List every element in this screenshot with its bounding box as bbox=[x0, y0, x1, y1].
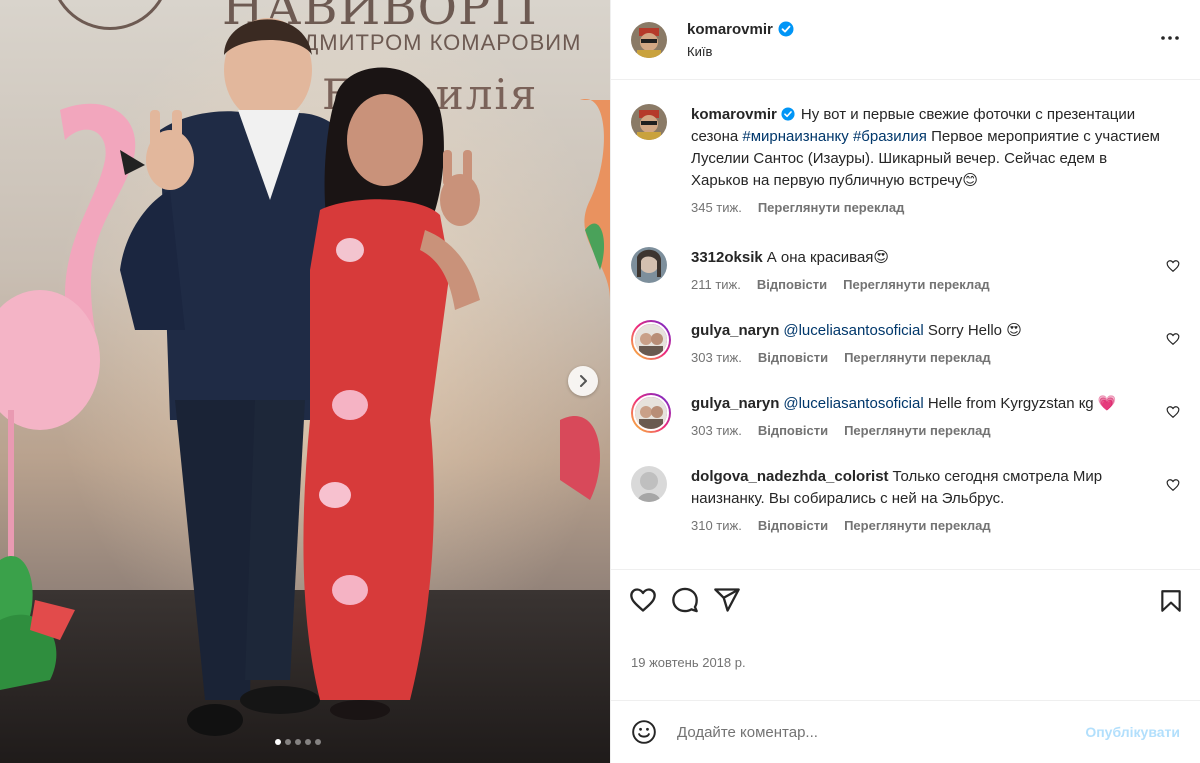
heart-outline-icon bbox=[1166, 479, 1180, 492]
translate-button[interactable]: Переглянути переклад bbox=[843, 277, 990, 292]
commenter-username[interactable]: 3312oksik bbox=[691, 249, 763, 266]
comment-text: Sorry Hello 😍 bbox=[923, 322, 1022, 339]
post-actions bbox=[611, 569, 1200, 629]
avatar-image bbox=[635, 397, 667, 429]
comment-item: 3312oksik А она красивая😍 211 тиж. Відпов… bbox=[631, 247, 1180, 292]
comments-list[interactable]: komarovmir Ну вот и первые свежие фоточки… bbox=[611, 80, 1200, 569]
commenter-avatar-story-ring[interactable] bbox=[631, 320, 671, 360]
like-button[interactable] bbox=[629, 586, 657, 614]
caption-author-avatar[interactable] bbox=[631, 104, 667, 140]
paper-plane-icon bbox=[714, 587, 740, 612]
comment-time[interactable]: 211 тиж. bbox=[691, 277, 741, 292]
verified-badge-icon bbox=[778, 21, 794, 37]
comment-time[interactable]: 303 тиж. bbox=[691, 423, 742, 438]
author-avatar[interactable] bbox=[631, 21, 667, 58]
mention-link[interactable]: @luceliasantosoficial bbox=[783, 395, 923, 412]
more-options-button[interactable] bbox=[1160, 28, 1180, 51]
verified-badge-icon bbox=[781, 107, 795, 121]
comment-time[interactable]: 310 тиж. bbox=[691, 518, 742, 533]
hashtag-link[interactable]: #мирнаизнанку bbox=[742, 128, 848, 145]
share-button[interactable] bbox=[713, 586, 741, 614]
comment-item: dolgova_nadezhda_colorist Только сегодня … bbox=[631, 466, 1180, 533]
caption-time[interactable]: 345 тиж. bbox=[691, 200, 742, 215]
post-header: komarovmir Київ bbox=[611, 0, 1200, 80]
commenter-avatar[interactable] bbox=[631, 247, 667, 283]
like-comment-button[interactable] bbox=[1166, 478, 1180, 495]
avatar-image bbox=[631, 466, 667, 502]
photo-scene bbox=[0, 18, 610, 736]
emoji-button[interactable] bbox=[631, 719, 657, 745]
commenter-username[interactable]: dolgova_nadezhda_colorist bbox=[691, 468, 889, 485]
translate-button[interactable]: Переглянути переклад bbox=[844, 423, 991, 438]
commenter-avatar[interactable] bbox=[631, 466, 667, 502]
reply-button[interactable]: Відповісти bbox=[758, 518, 828, 533]
comment-bubble-icon bbox=[672, 587, 698, 612]
reply-button[interactable]: Відповісти bbox=[758, 423, 828, 438]
post-dialog: НАВИВОРІТ З ДМИТРОМ КОМАРОВИМ Бразилія bbox=[0, 0, 1200, 763]
carousel-dot bbox=[285, 739, 291, 745]
post-date[interactable]: 19 жовтень 2018 р. bbox=[611, 629, 1200, 700]
translate-button[interactable]: Переглянути переклад bbox=[844, 350, 991, 365]
like-comment-button[interactable] bbox=[1166, 259, 1180, 276]
add-comment-bar: Опублікувати bbox=[611, 700, 1200, 763]
comment-text: А она красивая😍 bbox=[766, 249, 890, 266]
heart-outline-icon bbox=[1166, 406, 1180, 419]
reply-button[interactable]: Відповісти bbox=[757, 277, 827, 292]
commenter-username[interactable]: gulya_naryn bbox=[691, 395, 779, 412]
person-woman bbox=[303, 67, 480, 720]
heart-outline-icon bbox=[1166, 260, 1180, 273]
commenter-username[interactable]: gulya_naryn bbox=[691, 322, 779, 339]
carousel-dot-active bbox=[275, 739, 281, 745]
mention-link[interactable]: @luceliasantosoficial bbox=[783, 322, 923, 339]
carousel-indicator bbox=[275, 739, 321, 745]
comment-text: Helle from Kyrgyzstan кg 💗 bbox=[923, 395, 1117, 412]
avatar-image bbox=[631, 247, 667, 283]
heart-icon bbox=[630, 587, 656, 612]
author-username[interactable]: komarovmir bbox=[687, 21, 773, 38]
comment-item: gulya_naryn @luceliasantosoficial Sorry H… bbox=[631, 320, 1180, 365]
post-side-panel: komarovmir Київ komarovmir Ну вот и перв… bbox=[610, 0, 1200, 763]
emoji-smiley-icon bbox=[632, 720, 656, 744]
carousel-dot bbox=[305, 739, 311, 745]
comment-input[interactable] bbox=[677, 723, 1086, 741]
post-photo[interactable]: НАВИВОРІТ З ДМИТРОМ КОМАРОВИМ Бразилія bbox=[0, 0, 610, 763]
more-dots-icon bbox=[1161, 36, 1179, 40]
like-comment-button[interactable] bbox=[1166, 332, 1180, 349]
carousel-next-button[interactable] bbox=[568, 366, 598, 396]
bookmark-icon bbox=[1161, 590, 1181, 612]
hashtag-link[interactable]: #бразилия bbox=[853, 128, 927, 145]
comment-item: gulya_naryn @luceliasantosoficial Helle f… bbox=[631, 393, 1180, 438]
heart-outline-icon bbox=[1166, 333, 1180, 346]
avatar-image bbox=[635, 324, 667, 356]
post-location[interactable]: Київ bbox=[687, 44, 794, 59]
like-comment-button[interactable] bbox=[1166, 405, 1180, 422]
reply-button[interactable]: Відповісти bbox=[758, 350, 828, 365]
comment-button[interactable] bbox=[671, 586, 699, 614]
caption-translate-button[interactable]: Переглянути переклад bbox=[758, 200, 905, 215]
save-button[interactable] bbox=[1158, 588, 1184, 617]
comment-time[interactable]: 303 тиж. bbox=[691, 350, 742, 365]
translate-button[interactable]: Переглянути переклад bbox=[844, 518, 991, 533]
carousel-dot bbox=[295, 739, 301, 745]
carousel-dot bbox=[315, 739, 321, 745]
avatar-image bbox=[631, 21, 667, 58]
flamingo-decoration bbox=[0, 103, 145, 690]
publish-comment-button[interactable]: Опублікувати bbox=[1085, 724, 1180, 740]
chevron-right-icon bbox=[580, 375, 587, 387]
caption-username[interactable]: komarovmir bbox=[691, 106, 777, 123]
avatar-image bbox=[631, 104, 667, 140]
post-caption: komarovmir Ну вот и первые свежие фоточки… bbox=[631, 104, 1180, 215]
commenter-avatar-story-ring[interactable] bbox=[631, 393, 671, 433]
